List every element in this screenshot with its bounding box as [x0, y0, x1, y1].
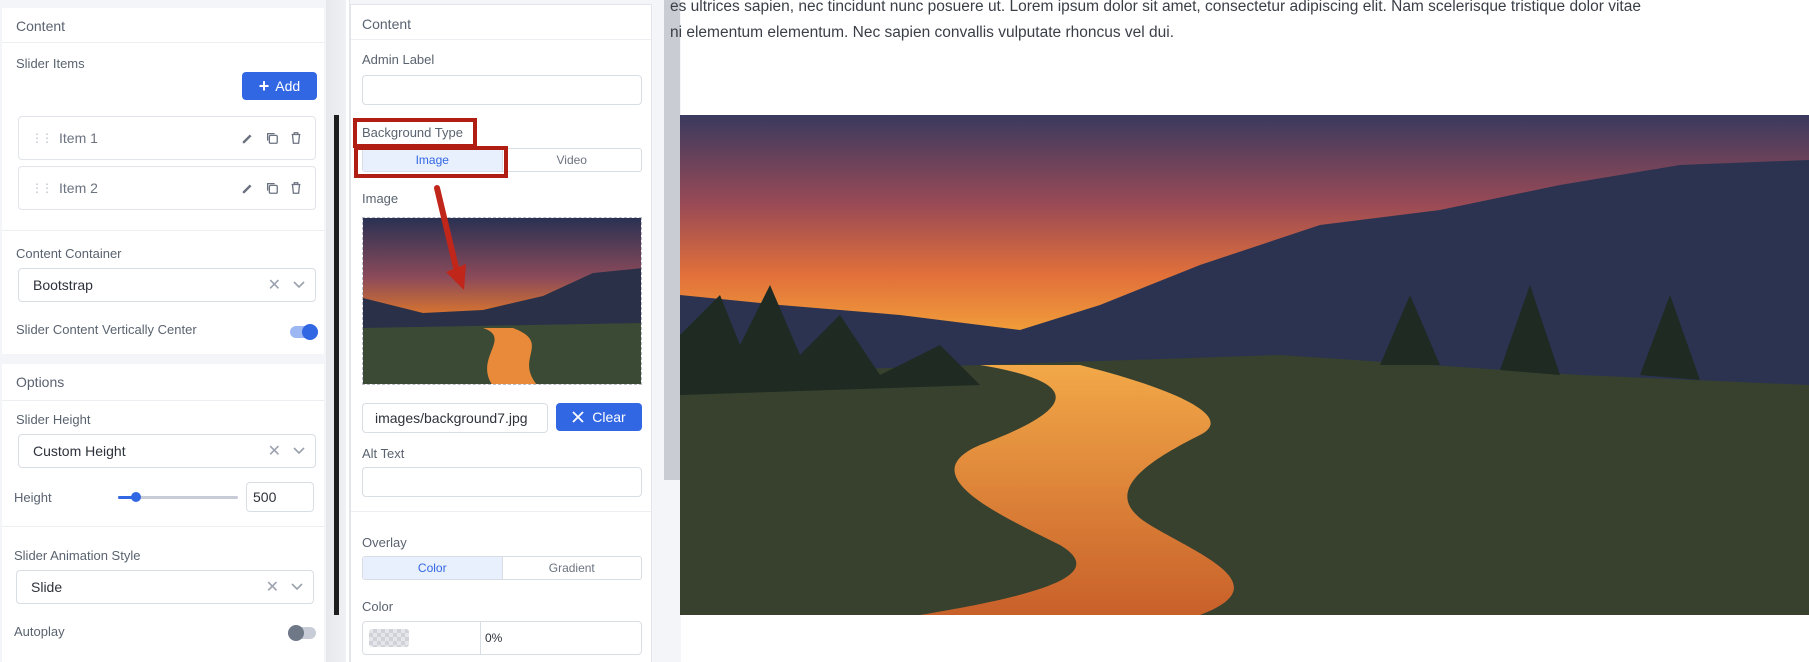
- background-type-video-option[interactable]: Video: [503, 149, 642, 171]
- slider-item-row[interactable]: ⋮⋮ Item 2: [18, 166, 316, 210]
- overlay-color-option[interactable]: Color: [363, 557, 502, 579]
- drag-handle-icon[interactable]: ⋮⋮: [31, 132, 53, 144]
- height-input[interactable]: 500: [246, 482, 314, 512]
- alt-text-input[interactable]: [362, 467, 642, 497]
- admin-label-input[interactable]: [362, 75, 642, 105]
- divider: [2, 230, 324, 231]
- content-card: Content Slider Items + Add ⋮⋮ Item 1 ⋮⋮ …: [2, 8, 324, 354]
- item-content-card: Content Admin Label Background Type Imag…: [350, 4, 652, 662]
- color-label: Color: [362, 599, 394, 614]
- height-slider[interactable]: [118, 492, 238, 502]
- close-icon: [572, 411, 584, 423]
- chevron-down-icon[interactable]: [291, 583, 303, 591]
- add-button-label: Add: [275, 78, 301, 94]
- divider: [2, 526, 324, 527]
- panel-edge: [334, 115, 339, 615]
- chevron-down-icon[interactable]: [293, 281, 305, 289]
- options-card-title: Options: [16, 374, 65, 390]
- autoplay-toggle[interactable]: [288, 625, 316, 641]
- copy-icon[interactable]: [265, 181, 279, 195]
- alt-text-label: Alt Text: [362, 446, 405, 461]
- trash-icon[interactable]: [289, 181, 303, 195]
- item-content-title: Content: [362, 16, 412, 32]
- clear-icon[interactable]: ✕: [268, 441, 281, 461]
- vertically-center-toggle[interactable]: [290, 324, 318, 340]
- slider-height-label: Slider Height: [16, 412, 91, 427]
- clear-icon[interactable]: ✕: [268, 275, 281, 295]
- autoplay-label: Autoplay: [14, 624, 65, 639]
- animation-style-select[interactable]: Slide ✕: [16, 570, 314, 604]
- copy-icon[interactable]: [265, 131, 279, 145]
- content-card-title: Content: [16, 18, 66, 34]
- panel-scrollbar[interactable]: [664, 0, 680, 480]
- item-edit-panel: Content Admin Label Background Type Imag…: [349, 0, 681, 662]
- slider-items-label: Slider Items: [16, 56, 85, 71]
- animation-style-label: Slider Animation Style: [14, 548, 141, 563]
- content-container-value: Bootstrap: [33, 277, 93, 293]
- annotation-arrow-icon: [434, 185, 466, 290]
- slider-height-value: Custom Height: [33, 443, 126, 459]
- edit-icon[interactable]: [241, 131, 255, 145]
- plus-icon: +: [258, 76, 270, 96]
- divider: [2, 42, 324, 43]
- clear-button-label: Clear: [592, 409, 626, 425]
- overlay-label: Overlay: [362, 535, 407, 550]
- edit-icon[interactable]: [241, 181, 255, 195]
- image-path-input[interactable]: images/background7.jpg: [362, 403, 548, 433]
- landscape-thumbnail: [363, 218, 641, 384]
- clear-image-button[interactable]: Clear: [556, 403, 642, 431]
- divider: [351, 39, 651, 40]
- divider: [351, 511, 651, 512]
- annotation-highlight-box: [353, 118, 477, 148]
- preview-paragraph: es ultrices sapien, nec tincidunt nunc p…: [670, 0, 1641, 46]
- chevron-down-icon[interactable]: [293, 447, 305, 455]
- content-container-label: Content Container: [16, 246, 122, 261]
- slider-item-label: Item 1: [59, 130, 98, 146]
- clear-icon[interactable]: ✕: [266, 577, 279, 597]
- animation-style-value: Slide: [31, 579, 63, 595]
- admin-label-label: Admin Label: [362, 52, 435, 67]
- slider-item-row[interactable]: ⋮⋮ Item 1: [18, 116, 316, 160]
- toggle-knob: [302, 324, 318, 340]
- toggle-knob: [288, 625, 304, 641]
- annotation-highlight-box: [354, 146, 508, 178]
- content-container-select[interactable]: Bootstrap ✕: [18, 268, 316, 302]
- preview-line: ni elementum elementum. Nec sapien conva…: [670, 24, 1175, 41]
- preview-line: es ultrices sapien, nec tincidunt nunc p…: [670, 0, 1641, 15]
- image-preview[interactable]: [362, 217, 642, 385]
- vertically-center-label: Slider Content Vertically Center: [16, 322, 197, 337]
- divider: [2, 400, 324, 401]
- trash-icon[interactable]: [289, 131, 303, 145]
- color-opacity-value[interactable]: 0%: [485, 631, 502, 645]
- image-label: Image: [362, 191, 399, 206]
- options-card: Options Slider Height Custom Height ✕: [2, 364, 324, 662]
- overlay-gradient-option[interactable]: Gradient: [503, 557, 642, 579]
- height-label: Height: [14, 490, 52, 505]
- sunset-landscape-image: [680, 115, 1809, 615]
- drag-handle-icon[interactable]: ⋮⋮: [31, 182, 53, 194]
- color-swatch[interactable]: [369, 629, 409, 647]
- slider-item-label: Item 2: [59, 180, 98, 196]
- add-item-button[interactable]: + Add: [242, 72, 317, 100]
- left-settings-panel: Content Slider Items + Add ⋮⋮ Item 1 ⋮⋮ …: [0, 0, 326, 662]
- slider-height-select[interactable]: Custom Height ✕: [18, 434, 316, 468]
- slider-hero-image: [680, 115, 1809, 615]
- overlay-color-picker[interactable]: 0%: [362, 621, 642, 655]
- overlay-selector: Color Gradient: [362, 556, 642, 580]
- height-slider-thumb[interactable]: [131, 492, 141, 502]
